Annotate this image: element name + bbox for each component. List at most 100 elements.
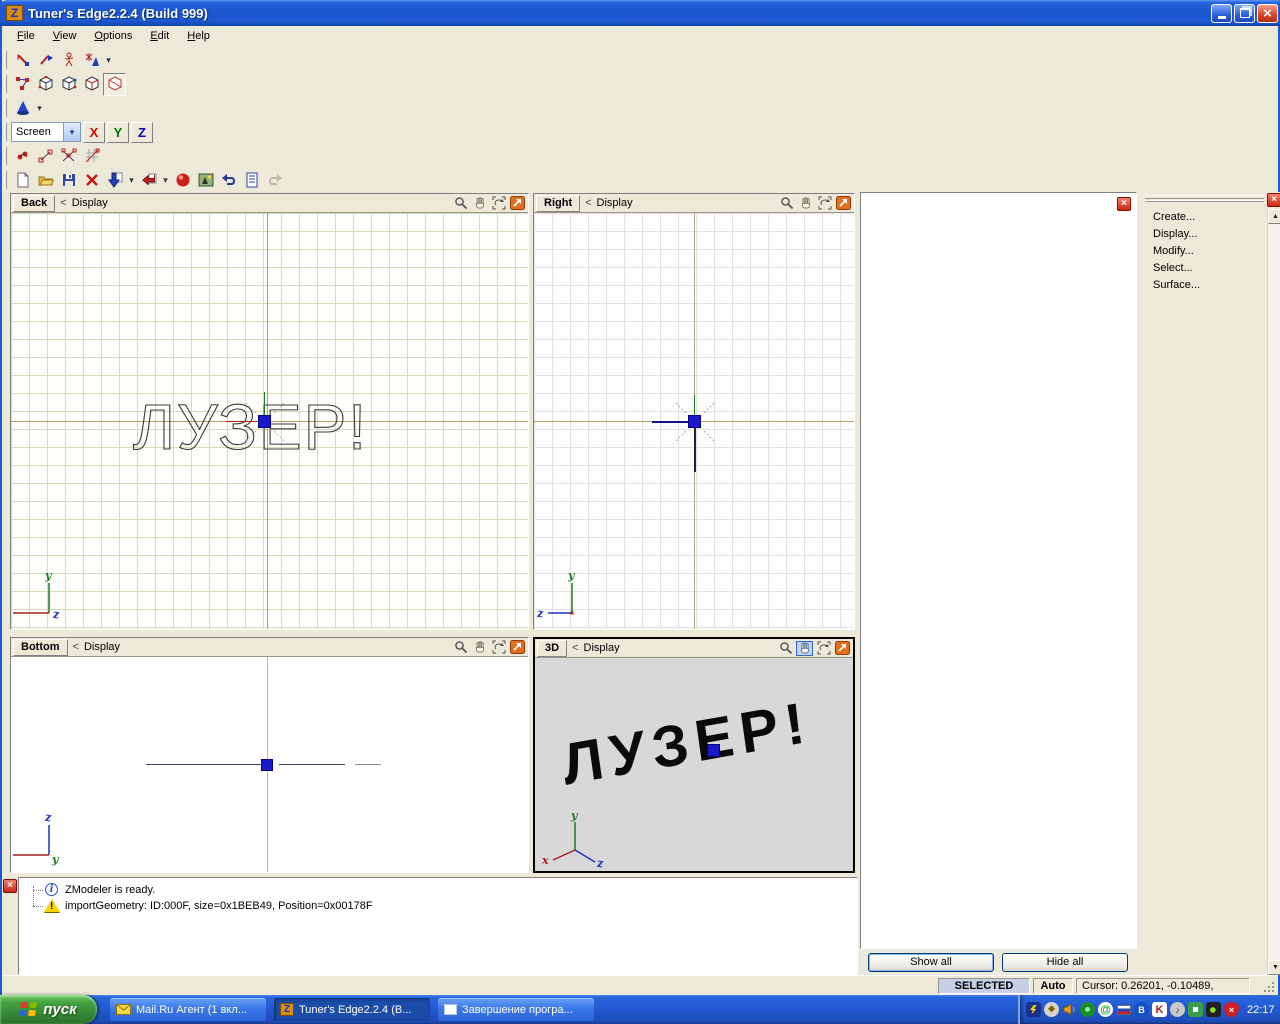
viewport-3d-canvas[interactable]: ЛУЗЕР! y x z <box>535 658 853 871</box>
speaker-icon[interactable] <box>1062 1002 1077 1017</box>
viewport-right-name-button[interactable]: Right <box>536 194 581 212</box>
resize-grip[interactable] <box>1264 982 1276 994</box>
globe-icon[interactable] <box>1080 1002 1095 1017</box>
viewport-collapse-arrow[interactable]: < <box>585 197 591 209</box>
menu-view[interactable]: View <box>46 28 84 44</box>
sound-icon[interactable]: ♪ <box>1170 1002 1185 1017</box>
log-area[interactable]: ZModeler is ready. importGeometry: ID:00… <box>18 877 858 975</box>
axis-x-button[interactable]: X <box>83 121 105 143</box>
viewport-right-canvas[interactable]: y z <box>534 213 854 629</box>
zoom-icon[interactable] <box>452 640 469 655</box>
open-folder-icon[interactable] <box>34 168 57 192</box>
cube-object-icon[interactable] <box>103 72 126 96</box>
selected-pivot[interactable] <box>261 759 273 771</box>
spray-cone-icon[interactable] <box>80 48 103 72</box>
zoom-icon[interactable] <box>452 196 469 211</box>
viewport-back[interactable]: Back < Display ЛУЗЕР! y z <box>10 193 529 630</box>
toolbar-grip[interactable] <box>4 99 7 117</box>
grid-diagonal-icon[interactable] <box>80 144 103 168</box>
chevron-down-icon[interactable] <box>63 123 80 141</box>
menu-edit[interactable]: Edit <box>143 28 176 44</box>
menu-options[interactable]: Options <box>87 28 139 44</box>
selected-pivot[interactable] <box>258 415 271 428</box>
show-all-button[interactable]: Show all <box>868 953 994 972</box>
toolbar-grip[interactable] <box>4 171 7 189</box>
viewport-bottom-name-button[interactable]: Bottom <box>13 638 68 656</box>
badge-icon[interactable]: ❖ <box>1044 1002 1059 1017</box>
viewport-3d-name-button[interactable]: 3D <box>537 639 568 657</box>
viewport-back-canvas[interactable]: ЛУЗЕР! y z <box>11 213 528 629</box>
import-icon[interactable] <box>103 168 126 192</box>
save-icon[interactable] <box>57 168 80 192</box>
updater-icon[interactable] <box>1188 1002 1203 1017</box>
cube-edges-icon[interactable] <box>34 72 57 96</box>
scroll-down-icon[interactable]: ▼ <box>1268 960 1280 975</box>
cube-solid-icon[interactable] <box>80 72 103 96</box>
viewport-right[interactable]: Right < Display y z <box>533 193 855 630</box>
new-file-icon[interactable] <box>11 168 34 192</box>
weld-points-icon[interactable] <box>11 144 34 168</box>
nvidia-icon[interactable] <box>1206 1002 1221 1017</box>
figure-icon[interactable] <box>57 48 80 72</box>
toolbar-grip[interactable] <box>4 147 7 165</box>
viewport-bottom-mode[interactable]: Display <box>84 641 120 653</box>
maximize-icon[interactable] <box>509 196 526 211</box>
viewport-3d-mode[interactable]: Display <box>584 642 620 654</box>
viewport-3d[interactable]: 3D < Display ЛУЗЕР! y x z <box>533 637 855 873</box>
orbit-icon[interactable] <box>816 196 833 211</box>
vertices-level-icon[interactable] <box>11 72 34 96</box>
task-shutdown-dialog[interactable]: Завершение програ... <box>438 998 594 1021</box>
viewport-collapse-arrow[interactable]: < <box>572 642 578 654</box>
command-surface[interactable]: Surface... <box>1153 279 1200 295</box>
viewport-collapse-arrow[interactable]: < <box>73 641 79 653</box>
axis-y-button[interactable]: Y <box>107 121 129 143</box>
lightning-icon[interactable] <box>1026 1002 1041 1017</box>
cone-primitive-icon[interactable] <box>11 96 34 120</box>
pan-icon[interactable] <box>797 196 814 211</box>
task-tuners-edge[interactable]: Tuner's Edge2.2.4 (B... <box>274 998 430 1021</box>
vertex-arrow-icon[interactable] <box>11 48 34 72</box>
zoom-icon[interactable] <box>778 196 795 211</box>
close-icon[interactable] <box>1117 197 1131 211</box>
viewport-back-name-button[interactable]: Back <box>13 194 56 212</box>
cross-edges-icon[interactable] <box>57 144 80 168</box>
axis-z-button[interactable]: Z <box>131 121 153 143</box>
menu-help[interactable]: Help <box>180 28 217 44</box>
at-agent-icon[interactable]: @ <box>1098 1002 1113 1017</box>
close-button[interactable] <box>1257 3 1278 23</box>
toolbar-grip[interactable] <box>4 51 7 69</box>
toolbar-grip[interactable] <box>4 123 7 141</box>
dropdown-icon[interactable] <box>103 49 114 72</box>
selected-pivot[interactable] <box>688 415 701 428</box>
pan-icon[interactable] <box>471 196 488 211</box>
minimize-button[interactable] <box>1211 3 1232 23</box>
command-select[interactable]: Select... <box>1153 262 1193 278</box>
maximize-icon[interactable] <box>835 196 852 211</box>
export-icon[interactable] <box>137 168 160 192</box>
maximize-icon[interactable] <box>509 640 526 655</box>
viewport-back-mode[interactable]: Display <box>72 197 108 209</box>
start-button[interactable]: пуск <box>0 995 97 1024</box>
command-create[interactable]: Create... <box>1153 211 1195 227</box>
viewport-collapse-arrow[interactable]: < <box>60 197 66 209</box>
dropdown-icon[interactable] <box>34 97 45 120</box>
command-modify[interactable]: Modify... <box>1153 245 1194 261</box>
delete-icon[interactable] <box>80 168 103 192</box>
axis-space-select[interactable]: Screen <box>11 122 81 142</box>
orbit-icon[interactable] <box>815 641 832 656</box>
kaspersky-icon[interactable]: K <box>1152 1002 1167 1017</box>
task-mailru[interactable]: Mail.Ru Агент (1 вкл... <box>110 998 266 1021</box>
menu-file[interactable]: File <box>10 28 42 44</box>
hide-all-button[interactable]: Hide all <box>1002 953 1128 972</box>
viewport-bottom[interactable]: Bottom < Display z y <box>10 637 529 873</box>
zoom-icon[interactable] <box>777 641 794 656</box>
scroll-up-icon[interactable]: ▲ <box>1268 209 1280 224</box>
restore-button[interactable] <box>1234 3 1255 23</box>
dropdown-icon[interactable] <box>160 169 171 192</box>
viewport-right-mode[interactable]: Display <box>597 197 633 209</box>
close-icon[interactable] <box>3 879 17 893</box>
red-shield-icon[interactable]: × <box>1224 1002 1239 1017</box>
panel-grip[interactable] <box>1145 195 1264 199</box>
undo-icon[interactable] <box>217 168 240 192</box>
orbit-icon[interactable] <box>490 196 507 211</box>
